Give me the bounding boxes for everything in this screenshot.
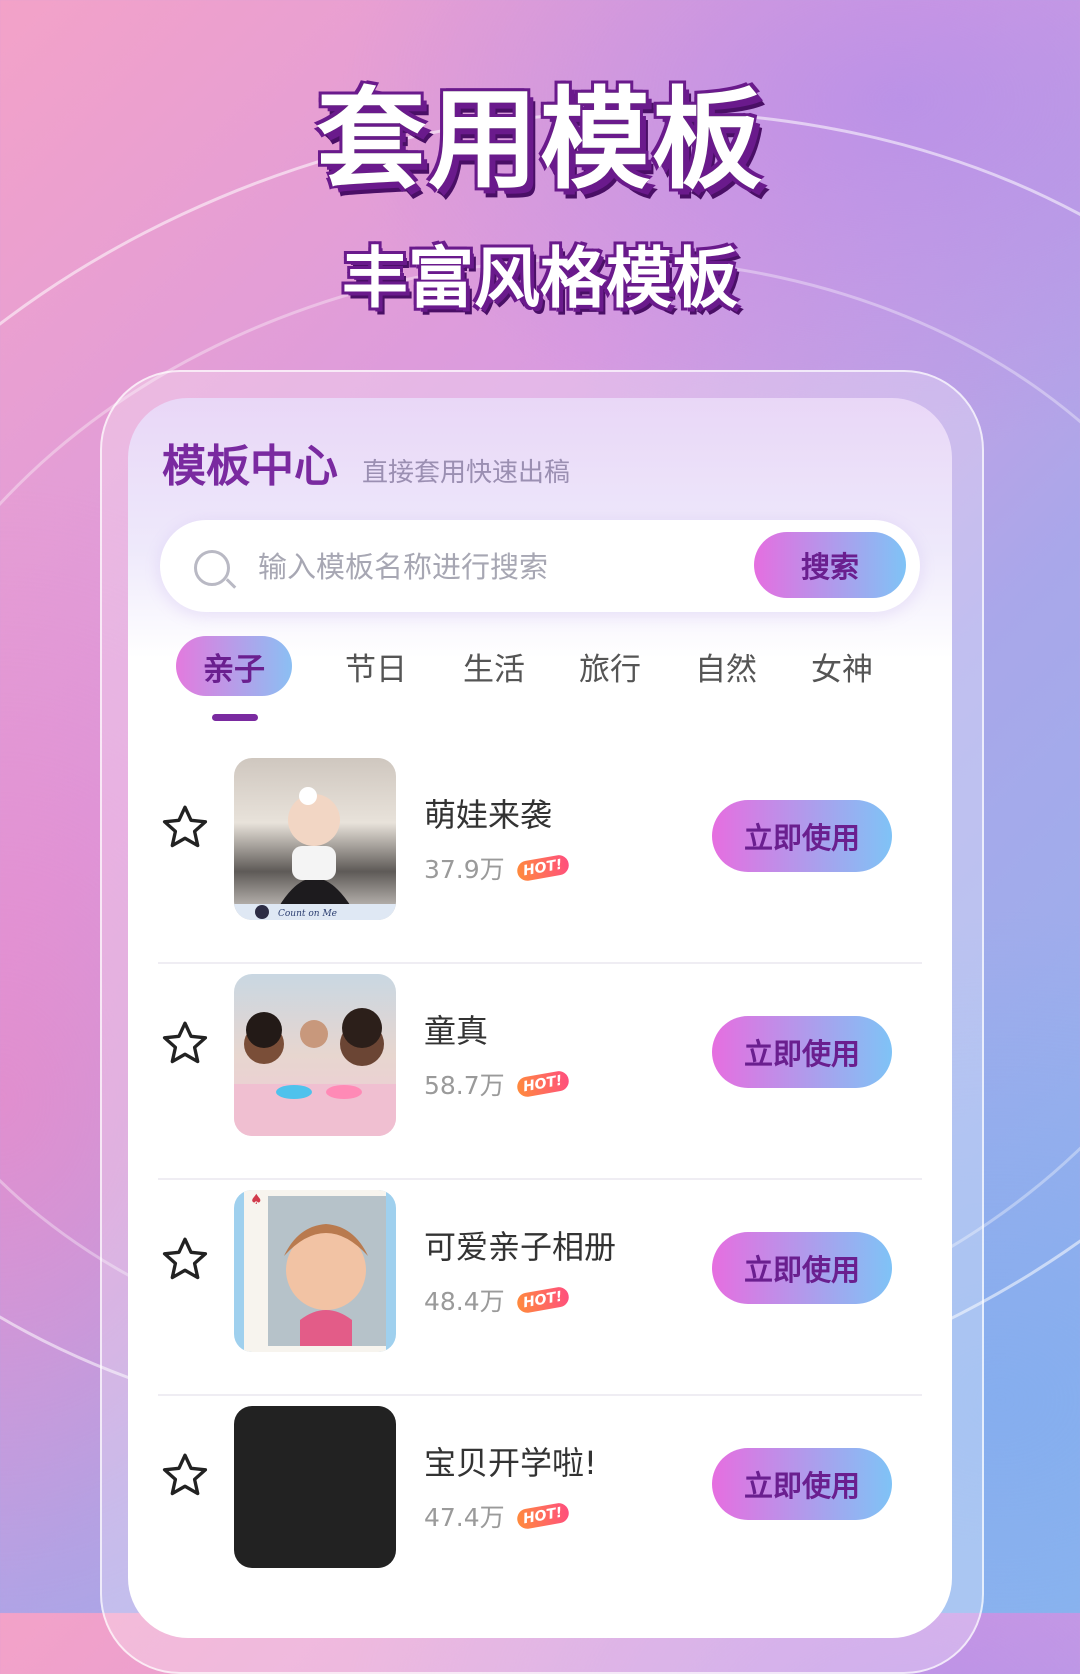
usage-count-value: 58.7万 xyxy=(424,1071,505,1100)
search-button[interactable]: 搜索 xyxy=(754,532,906,598)
usage-count-value: 48.4万 xyxy=(424,1287,505,1316)
list-item[interactable]: 童真 58.7万 HOT! 立即使用 xyxy=(128,964,952,1180)
thumbnail-caption: Count on Me xyxy=(278,909,337,919)
tab-parent-child[interactable]: 亲子 xyxy=(176,636,292,696)
hero-subtitle: 丰富风格模板 xyxy=(342,240,738,317)
tab-life[interactable]: 生活 xyxy=(444,636,544,696)
app-screen: 模板中心 直接套用快速出稿 搜索 亲子 节日 生活 旅行 自然 女神 xyxy=(128,398,952,1638)
usage-count: 48.4万 HOT! xyxy=(424,1282,570,1318)
usage-count: 37.9万 HOT! xyxy=(424,850,570,886)
use-now-button[interactable]: 立即使用 xyxy=(712,800,892,872)
hot-badge: HOT! xyxy=(515,853,570,883)
hot-badge: HOT! xyxy=(515,1501,570,1531)
use-now-button[interactable]: 立即使用 xyxy=(712,1448,892,1520)
template-thumbnail[interactable] xyxy=(234,1406,396,1568)
use-now-button[interactable]: 立即使用 xyxy=(712,1016,892,1088)
template-name: 可爱亲子相册 xyxy=(424,1228,617,1266)
list-item[interactable]: 宝贝开学啦! 47.4万 HOT! 立即使用 xyxy=(128,1396,952,1612)
template-name: 童真 xyxy=(424,1012,489,1050)
tab-nature[interactable]: 自然 xyxy=(676,636,776,696)
star-icon[interactable] xyxy=(160,802,210,852)
search-bar: 搜索 xyxy=(160,520,920,612)
usage-count: 58.7万 HOT! xyxy=(424,1066,570,1102)
template-name: 萌娃来袭 xyxy=(424,796,553,834)
tab-travel[interactable]: 旅行 xyxy=(560,636,660,696)
star-icon[interactable] xyxy=(160,1018,210,1068)
hero-title: 套用模板 xyxy=(316,76,764,204)
template-thumbnail[interactable] xyxy=(234,974,396,1136)
list-item[interactable]: ♠ 可爱亲子相册 48.4万 HOT! 立即使用 xyxy=(128,1180,952,1396)
star-icon[interactable] xyxy=(160,1234,210,1284)
usage-count: 47.4万 HOT! xyxy=(424,1498,570,1534)
usage-count-value: 47.4万 xyxy=(424,1503,505,1532)
template-name: 宝贝开学啦! xyxy=(424,1444,597,1482)
page-subtitle: 直接套用快速出稿 xyxy=(362,458,571,488)
usage-count-value: 37.9万 xyxy=(424,855,505,884)
template-thumbnail[interactable]: Count on Me xyxy=(234,758,396,920)
star-icon[interactable] xyxy=(160,1450,210,1500)
list-item[interactable]: Count on Me 萌娃来袭 37.9万 HOT! 立即使用 xyxy=(128,748,952,964)
tab-goddess[interactable]: 女神 xyxy=(792,636,892,696)
svg-text:♠: ♠ xyxy=(250,1192,263,1208)
search-icon xyxy=(194,550,230,586)
hot-badge: HOT! xyxy=(515,1069,570,1099)
use-now-button[interactable]: 立即使用 xyxy=(712,1232,892,1304)
active-tab-indicator xyxy=(212,714,258,721)
template-thumbnail[interactable]: ♠ xyxy=(234,1190,396,1352)
page-header: 模板中心 直接套用快速出稿 xyxy=(162,430,570,494)
tab-holiday[interactable]: 节日 xyxy=(326,636,426,696)
page-title: 模板中心 xyxy=(162,441,338,492)
category-tabs: 亲子 节日 生活 旅行 自然 女神 xyxy=(176,636,936,726)
hot-badge: HOT! xyxy=(515,1285,570,1315)
search-input[interactable] xyxy=(256,536,700,598)
